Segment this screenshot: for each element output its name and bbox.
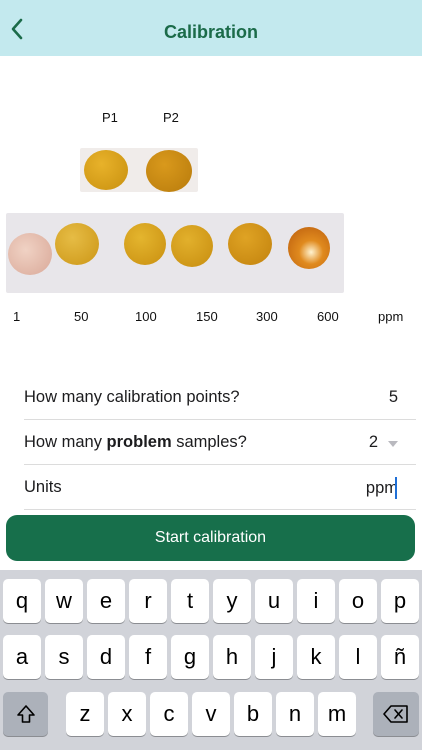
standard-dot-600 xyxy=(288,227,330,269)
key-o[interactable]: o xyxy=(339,579,377,623)
standard-dot-50 xyxy=(55,223,99,265)
page-title: Calibration xyxy=(163,22,258,42)
key-g[interactable]: g xyxy=(171,635,209,679)
problem-samples-value[interactable]: 2 xyxy=(369,433,378,452)
problem-sample-dot xyxy=(146,150,192,192)
key-q[interactable]: q xyxy=(3,579,41,623)
ppm-unit-label: ppm xyxy=(378,309,404,324)
key-h[interactable]: h xyxy=(213,635,251,679)
problem-samples-row[interactable]: How many problem samples? 2 xyxy=(24,421,416,465)
delete-icon xyxy=(383,705,408,723)
key-a[interactable]: a xyxy=(3,635,41,679)
key-w[interactable]: w xyxy=(45,579,83,623)
key-y[interactable]: y xyxy=(213,579,251,623)
standard-dot-100 xyxy=(124,223,166,265)
ppm-tick-600: 600 xyxy=(317,309,339,324)
key-c[interactable]: c xyxy=(150,692,188,736)
key-u[interactable]: u xyxy=(255,579,293,623)
problem-sample-dot xyxy=(84,150,128,190)
key-f[interactable]: f xyxy=(129,635,167,679)
key-z[interactable]: z xyxy=(66,692,104,736)
ppm-tick-300: 300 xyxy=(256,309,278,324)
key-t[interactable]: t xyxy=(171,579,209,623)
key-e[interactable]: e xyxy=(87,579,125,623)
calibration-points-value[interactable]: 5 xyxy=(389,388,398,407)
ppm-tick-1: 1 xyxy=(13,309,21,324)
standard-dot-1 xyxy=(8,233,52,275)
standards-photo xyxy=(6,213,344,293)
key-i[interactable]: i xyxy=(297,579,335,623)
standard-dot-150 xyxy=(171,225,213,267)
shift-icon xyxy=(16,705,35,723)
ppm-tick-50: 50 xyxy=(74,309,89,324)
key-v[interactable]: v xyxy=(192,692,230,736)
units-input[interactable] xyxy=(278,466,398,510)
key-m[interactable]: m xyxy=(318,692,356,736)
units-row[interactable]: Units xyxy=(24,466,416,510)
problem-samples-label: How many problem samples? xyxy=(24,433,247,451)
key-k[interactable]: k xyxy=(297,635,335,679)
start-calibration-button[interactable]: Start calibration xyxy=(6,515,415,561)
key-s[interactable]: s xyxy=(45,635,83,679)
ppm-tick-150: 150 xyxy=(196,309,218,324)
shift-key[interactable] xyxy=(3,692,48,736)
key-n[interactable]: n xyxy=(276,692,314,736)
delete-key[interactable] xyxy=(373,692,419,736)
problem-label-p2: P2 xyxy=(163,110,179,125)
key-j[interactable]: j xyxy=(255,635,293,679)
onscreen-keyboard: q w e r t y u i o p a s d f g h j k l ñ … xyxy=(0,570,422,750)
calibration-points-label: How many calibration points? xyxy=(24,388,240,406)
nav-header: Calibration xyxy=(0,0,422,56)
key-d[interactable]: d xyxy=(87,635,125,679)
key-b[interactable]: b xyxy=(234,692,272,736)
text-cursor xyxy=(395,477,397,499)
key-x[interactable]: x xyxy=(108,692,146,736)
standard-dot-300 xyxy=(228,223,272,265)
key-p[interactable]: p xyxy=(381,579,419,623)
key-r[interactable]: r xyxy=(129,579,167,623)
calibration-points-row[interactable]: How many calibration points? 5 xyxy=(24,376,416,420)
key-l[interactable]: l xyxy=(339,635,377,679)
problem-samples-photo xyxy=(80,148,198,192)
problem-label-p1: P1 xyxy=(102,110,118,125)
key-n-tilde[interactable]: ñ xyxy=(381,635,419,679)
ppm-tick-100: 100 xyxy=(135,309,157,324)
dropdown-arrow-icon[interactable] xyxy=(388,441,398,447)
